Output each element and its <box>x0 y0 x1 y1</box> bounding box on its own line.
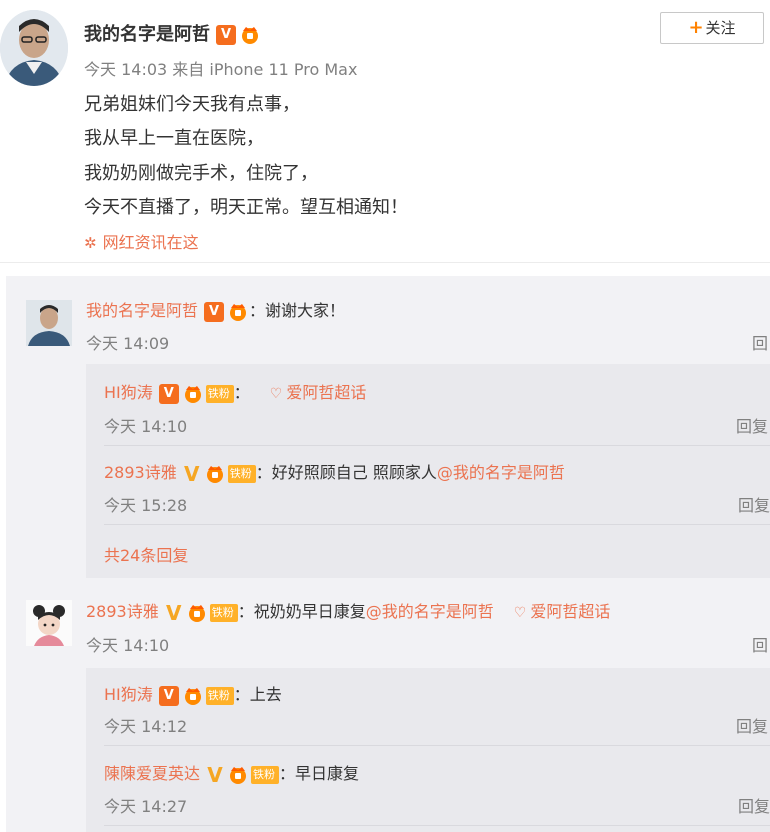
comment-username[interactable]: 2893诗雅 <box>86 602 159 621</box>
topic-link[interactable]: ✲ 网红资讯在这 <box>84 229 199 253</box>
crown-fan-icon <box>184 687 201 705</box>
sub-reply-text: HI狗涛 V 铁粉 ：上去 <box>104 681 282 706</box>
verified-v-icon: V <box>158 685 179 706</box>
post-line: 我从早上一直在医院， <box>84 128 264 149</box>
topic-link[interactable]: 爱阿哲超话 <box>530 602 610 621</box>
sub-reply-time: 今天 15:28 <box>104 496 188 515</box>
sub-reply-time: 今天 14:12 <box>104 717 188 736</box>
crown-fan-icon <box>188 604 205 622</box>
crown-fan-icon <box>242 27 258 44</box>
more-replies-link[interactable]: 共24条回复 <box>104 542 188 566</box>
post-line: 兄弟姐妹们今天我有点事， <box>84 94 300 115</box>
mention-link[interactable]: @我的名字是阿哲 <box>366 602 494 621</box>
verified-v-icon: V <box>207 762 223 787</box>
plus-icon: + <box>688 17 704 38</box>
comment-body: ：谢谢大家！ <box>249 301 346 320</box>
crown-fan-icon <box>230 303 247 321</box>
sub-reply-username[interactable]: HI狗涛 <box>104 383 153 402</box>
sub-reply-body: ： <box>233 383 250 402</box>
iron-fan-badge: 铁粉 <box>205 384 234 403</box>
sub-reply-username[interactable]: 2893诗雅 <box>104 463 177 482</box>
crown-fan-icon <box>230 766 247 784</box>
crown-fan-icon <box>206 465 223 483</box>
iron-fan-badge: 铁粉 <box>205 686 234 705</box>
verified-v-icon: V <box>165 600 182 625</box>
comment-avatar[interactable] <box>26 300 72 346</box>
post-line: 我奶奶刚做完手术，住院了， <box>84 163 318 184</box>
heart-topic-icon: ♡ <box>269 386 283 402</box>
comment-body: ：祝奶奶早日康复 <box>237 602 366 621</box>
sub-divider <box>104 745 770 746</box>
mention-link[interactable]: @我的名字是阿哲 <box>437 463 565 482</box>
reply-button[interactable]: 回复 <box>736 413 768 437</box>
sub-reply-body: ：上去 <box>233 685 282 704</box>
verified-v-icon: V <box>158 383 179 404</box>
author-avatar[interactable] <box>0 10 68 86</box>
iron-fan-badge: 铁粉 <box>227 464 256 483</box>
reply-button[interactable]: 回 <box>752 330 768 354</box>
post-divider <box>0 262 770 263</box>
follow-label: 关注 <box>705 19 736 37</box>
sub-divider <box>104 524 770 525</box>
sub-reply-username[interactable]: 陳陳爱夏英达 <box>104 764 200 783</box>
verified-v-icon: V <box>183 461 200 486</box>
post-author[interactable]: 我的名字是阿哲 V <box>84 20 261 46</box>
sub-reply-text: 2893诗雅 V 铁粉 ：好好照顾自己 照顾家人@我的名字是阿哲 <box>104 459 565 484</box>
sub-reply-time: 今天 14:10 <box>104 417 188 436</box>
sub-reply-box: HI狗涛 V 铁粉 ：上去 今天 14:12 回复 陳陳爱夏英达 V 铁粉 ：早日康复 今天… <box>86 668 770 832</box>
sub-reply-body: ：早日康复 <box>279 764 360 783</box>
verified-v-icon: V <box>204 301 225 322</box>
sub-reply-text: 陳陳爱夏英达 V 铁粉 ：早日康复 <box>104 760 359 785</box>
reply-button[interactable]: 回复 <box>738 492 770 516</box>
reply-button[interactable]: 回复 <box>738 793 770 817</box>
comment-time: 今天 14:10 <box>86 636 170 655</box>
sub-reply-time: 今天 14:27 <box>104 797 188 816</box>
comment-avatar[interactable] <box>26 600 72 646</box>
comment-text: 我的名字是阿哲 V ：谢谢大家！ <box>86 297 345 322</box>
post-line: 今天不直播了，明天正常。望互相通知！ <box>84 197 408 218</box>
comment-section: 我的名字是阿哲 V ：谢谢大家！ 今天 14:09 回 HI狗涛 V 铁粉： ♡ 爱阿哲超话… <box>6 276 770 832</box>
topic-label[interactable]: 网红资讯在这 <box>103 233 199 252</box>
topic-link[interactable]: 爱阿哲超话 <box>286 383 366 402</box>
sub-reply-username[interactable]: HI狗涛 <box>104 685 153 704</box>
heart-topic-icon: ♡ <box>513 605 527 621</box>
iron-fan-badge: 铁粉 <box>251 765 280 784</box>
sub-divider <box>104 825 770 826</box>
reply-button[interactable]: 回复 <box>736 713 768 737</box>
sub-reply-body: ：好好照顾自己 照顾家人 <box>255 463 437 482</box>
sub-divider <box>104 445 770 446</box>
follow-button[interactable]: + 关注 <box>660 12 764 44</box>
sub-reply-text: HI狗涛 V 铁粉： ♡ 爱阿哲超话 <box>104 379 366 404</box>
iron-fan-badge: 铁粉 <box>209 603 238 622</box>
weibo-post: 我的名字是阿哲 V + 关注 今天 14:03 来自 iPhone 11 Pro M… <box>0 0 770 262</box>
comment-username[interactable]: 我的名字是阿哲 <box>86 301 198 320</box>
reply-button[interactable]: 回 <box>752 632 768 656</box>
sub-reply-box: HI狗涛 V 铁粉： ♡ 爱阿哲超话 今天 14:10 回复 2893诗雅 V 铁粉 ：好好照… <box>86 364 770 578</box>
post-meta: 今天 14:03 来自 iPhone 11 Pro Max <box>84 60 358 79</box>
flower-topic-icon: ✲ <box>84 234 97 252</box>
author-name[interactable]: 我的名字是阿哲 <box>84 24 210 45</box>
verified-v-icon: V <box>216 25 236 45</box>
comment-time: 今天 14:09 <box>86 334 170 353</box>
crown-fan-icon <box>184 385 201 403</box>
comment-text: 2893诗雅 V 铁粉 ：祝奶奶早日康复@我的名字是阿哲 ♡ 爱阿哲超话 <box>86 598 610 623</box>
